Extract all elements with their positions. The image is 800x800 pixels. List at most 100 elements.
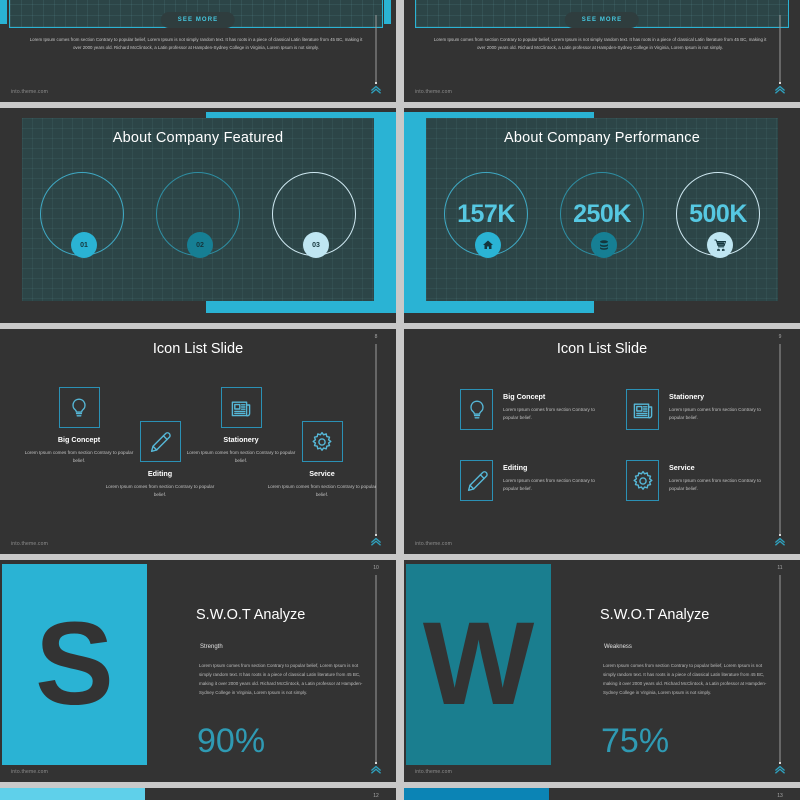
page-dot: [779, 762, 781, 764]
page-indicator[interactable]: 12: [370, 793, 382, 800]
slide-see-more-right[interactable]: SEE MORE Lorem Ipsum comes from section …: [404, 0, 800, 102]
swot-percent: 90%: [197, 722, 266, 760]
stat-circle-row: 157K 250K 500K: [426, 172, 778, 258]
accent-block: [404, 788, 549, 800]
slide-about-company-featured[interactable]: About Company Featured 01 02 03: [0, 108, 396, 323]
lightbulb-icon: [58, 387, 100, 428]
footer-link[interactable]: into.theme.com: [11, 541, 48, 547]
page-indicator[interactable]: [370, 6, 382, 94]
accent-block: [0, 788, 145, 800]
slide-swot-strength[interactable]: S S.W.O.T Analyze Strength Lorem Ipsum c…: [0, 560, 396, 782]
circle-badge: 01: [71, 232, 97, 258]
page-number: 9: [778, 334, 782, 340]
chevron-up-icon[interactable]: [370, 537, 382, 546]
page-title: About Company Performance: [503, 130, 700, 146]
slide-13-cutoff[interactable]: 13: [404, 788, 800, 800]
slide-icon-list-staggered[interactable]: Icon List Slide Big Concept Lorem Ipsum …: [0, 329, 396, 554]
page-indicator[interactable]: 11: [774, 565, 786, 774]
slide-icon-list-grid[interactable]: Icon List Slide Big Concept Lorem Ipsum …: [404, 329, 800, 554]
numbered-circle-item[interactable]: 01: [40, 172, 124, 258]
slide-12-cutoff[interactable]: 12: [0, 788, 396, 800]
icon-list-item-title: Big Concept: [503, 392, 546, 401]
stat-value: 157K: [457, 199, 515, 228]
accent-bar-right: [384, 0, 391, 24]
page-indicator[interactable]: [774, 6, 786, 94]
swot-body-text: Lorem Ipsum comes from section Contrary …: [603, 663, 767, 695]
page-title: Icon List Slide: [152, 341, 244, 357]
stat-value: 250K: [573, 199, 631, 228]
page-number: 11: [777, 565, 783, 571]
footer-link[interactable]: into.theme.com: [415, 769, 452, 775]
icon-list-item-desc: Lorem Ipsum comes from section Contrary …: [105, 484, 215, 498]
page-rail: [375, 344, 377, 534]
swot-letter: W: [422, 598, 535, 731]
home-icon: [475, 232, 501, 258]
chevron-up-icon[interactable]: [370, 765, 382, 774]
footer-link[interactable]: into.theme.com: [11, 769, 48, 775]
page-rail: [375, 575, 377, 762]
page-number: 13: [777, 793, 783, 799]
icon-list-item[interactable]: Service Lorem Ipsum comes from section C…: [626, 460, 766, 501]
newspaper-icon: [626, 389, 659, 430]
gear-icon: [301, 421, 343, 462]
icon-list-row: Editing Lorem Ipsum comes from section C…: [460, 460, 766, 501]
icon-list-staggered: Big Concept Lorem Ipsum comes from secti…: [0, 387, 396, 517]
page-number: 8: [374, 334, 378, 340]
icon-list-item-title: Editing: [503, 463, 528, 472]
page-dot: [375, 534, 377, 536]
footer-link[interactable]: into.theme.com: [415, 89, 452, 95]
page-indicator[interactable]: 8: [370, 334, 382, 546]
swot-subtitle: Weakness: [604, 644, 632, 650]
see-more-button[interactable]: SEE MORE: [160, 12, 236, 28]
gear-icon: [626, 460, 659, 501]
slide-about-company-performance[interactable]: About Company Performance 157K 250K 500K: [404, 108, 800, 323]
icon-list-item[interactable]: Editing Lorem Ipsum comes from section C…: [460, 460, 600, 501]
slide-swot-weakness[interactable]: W S.W.O.T Analyze Weakness Lorem Ipsum c…: [404, 560, 800, 782]
page-dot: [375, 762, 377, 764]
pencil-icon: [460, 460, 493, 501]
swot-letter-block: S: [2, 564, 147, 765]
numbered-circle-item[interactable]: 02: [156, 172, 240, 258]
chevron-up-icon[interactable]: [774, 765, 786, 774]
stat-circle-item[interactable]: 250K: [560, 172, 644, 258]
swot-letter-block: W: [406, 564, 551, 765]
stat-circle-item[interactable]: 500K: [676, 172, 760, 258]
stat-circle-item[interactable]: 157K: [444, 172, 528, 258]
page-indicator[interactable]: 10: [370, 565, 382, 774]
slide-body-text: Lorem Ipsum comes from section Contrary …: [29, 37, 363, 51]
page-number: 12: [373, 793, 379, 799]
lightbulb-icon: [460, 389, 493, 430]
see-more-button[interactable]: SEE MORE: [564, 12, 640, 28]
icon-list-item-desc: Lorem Ipsum comes from section Contrary …: [669, 478, 761, 492]
newspaper-icon: [220, 387, 262, 428]
icon-list-item[interactable]: Stationery Lorem Ipsum comes from sectio…: [626, 389, 766, 430]
page-title: Icon List Slide: [556, 341, 648, 357]
grid-panel: About Company Performance 157K 250K 500K: [426, 118, 778, 301]
chevron-up-icon[interactable]: [370, 85, 382, 94]
numbered-circle-item[interactable]: 03: [272, 172, 356, 258]
slide-see-more-left[interactable]: SEE MORE Lorem Ipsum comes from section …: [0, 0, 396, 102]
icon-list-item-title: Service: [309, 469, 335, 478]
page-title: S.W.O.T Analyze: [196, 607, 306, 623]
icon-list-item-desc: Lorem Ipsum comes from section Contrary …: [669, 407, 761, 421]
chevron-up-icon[interactable]: [774, 85, 786, 94]
icon-list-item[interactable]: Big Concept Lorem Ipsum comes from secti…: [460, 389, 600, 430]
swot-letter: S: [35, 598, 114, 731]
footer-link[interactable]: into.theme.com: [11, 89, 48, 95]
page-dot: [375, 82, 377, 84]
swot-body-text: Lorem Ipsum comes from section Contrary …: [199, 663, 363, 695]
page-indicator[interactable]: 9: [774, 334, 786, 546]
page-rail: [779, 15, 781, 82]
page-dot: [779, 534, 781, 536]
chevron-up-icon[interactable]: [774, 537, 786, 546]
swot-subtitle: Strength: [200, 644, 223, 650]
icon-list-item[interactable]: Service Lorem Ipsum comes from section C…: [267, 421, 377, 499]
icon-list-grid: Big Concept Lorem Ipsum comes from secti…: [460, 389, 766, 531]
footer-link[interactable]: into.theme.com: [415, 541, 452, 547]
database-icon: [591, 232, 617, 258]
grid-panel: About Company Featured 01 02 03: [22, 118, 374, 301]
icon-list-item-desc: Lorem Ipsum comes from section Contrary …: [503, 407, 595, 421]
slide-deck-grid: SEE MORE Lorem Ipsum comes from section …: [0, 0, 800, 800]
page-dot: [779, 82, 781, 84]
page-indicator[interactable]: 13: [774, 793, 786, 800]
